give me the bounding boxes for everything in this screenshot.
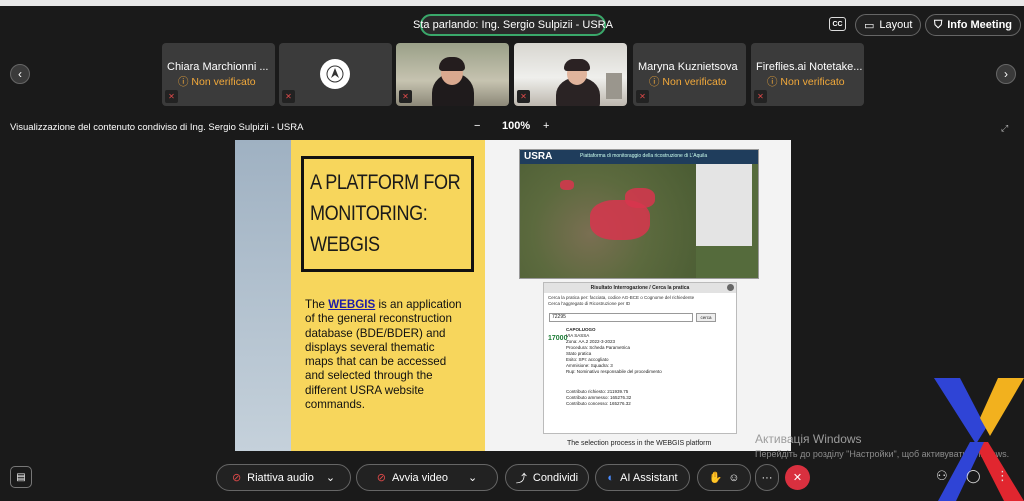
- layout-label: Layout: [879, 19, 913, 31]
- zoom-level: 100%: [502, 120, 531, 132]
- panel-subtitle: Cerca la pratica per: facciata, codice A…: [548, 295, 695, 306]
- participant-tile[interactable]: ✕: [279, 43, 392, 106]
- leave-meeting-button[interactable]: ✕: [785, 465, 810, 490]
- slide-title-line: MONITORING:: [310, 202, 428, 225]
- mic-off-icon: ⊘: [231, 472, 242, 484]
- panel-number: 17000: [548, 335, 568, 342]
- unmute-audio-button[interactable]: ⊘ Riattiva audio ⌄: [216, 464, 351, 491]
- info-meeting-button[interactable]: ⛉ Info Meeting: [925, 14, 1022, 36]
- shared-content-label: Visualizzazione del contenuto condiviso …: [10, 122, 304, 133]
- shield-icon: ⛉: [934, 18, 943, 31]
- chat-bubble-button[interactable]: ▤: [10, 466, 32, 488]
- question-icon: ⓘ: [649, 76, 660, 88]
- camera-off-icon: ⊘: [376, 472, 386, 484]
- more-icon: ···: [761, 471, 773, 484]
- reactions-button[interactable]: ✋ ☺: [697, 464, 751, 491]
- slide-title-box: A PLATFORM FOR MONITORING: WEBGIS: [301, 156, 474, 272]
- panel-details: CAPOLUOGO VIA SASSA Zona: AA.2 2022-3-20…: [566, 327, 662, 406]
- chevron-down-icon[interactable]: ⌄: [468, 471, 477, 484]
- more-options-button[interactable]: ···: [755, 464, 779, 491]
- map-red-zone: [560, 180, 574, 190]
- chevron-left-icon: ‹: [18, 67, 22, 81]
- speaker-text: Sta parlando: Ing. Sergio Sulpizii - USR…: [413, 19, 613, 31]
- unmute-audio-label: Riattiva audio: [247, 471, 314, 484]
- panel-search-input: 72295: [549, 313, 693, 322]
- shared-slide: A PLATFORM FOR MONITORING: WEBGIS The WE…: [235, 140, 791, 451]
- panel-search-button: cerca: [696, 313, 716, 322]
- chat-icon: ▤: [16, 471, 26, 483]
- share-screen-icon: ⤴: [515, 472, 527, 485]
- participant-name: Maryna Kuznietsova: [638, 61, 738, 73]
- captions-button[interactable]: CC: [829, 17, 846, 31]
- participants-icon[interactable]: ⚇: [936, 468, 948, 484]
- speaker-indicator: Sta parlando: Ing. Sergio Sulpizii - USR…: [413, 14, 613, 36]
- participant-name: Chiara Marchionni ...: [167, 61, 269, 73]
- participant-tile[interactable]: Fireflies.ai Notetake... ⓘ Non verificat…: [751, 43, 864, 106]
- expand-icon[interactable]: ⤢: [1001, 123, 1008, 134]
- participant-video-tile[interactable]: ✕: [514, 43, 627, 106]
- chevron-right-icon: ›: [1004, 67, 1008, 81]
- participant-status: ⓘ Non verificato: [178, 76, 256, 88]
- start-video-button[interactable]: ⊘ Avvia video ⌄: [356, 464, 498, 491]
- mic-off-icon: ✕: [517, 90, 530, 103]
- zoom-in-button[interactable]: +: [543, 120, 549, 132]
- question-icon: ⓘ: [767, 76, 778, 88]
- map-logo: USRA: [524, 151, 553, 162]
- webgis-link: WEBGIS: [328, 298, 376, 311]
- captions-icon: CC: [832, 20, 843, 28]
- top-strip: [0, 0, 1024, 6]
- participant-tile[interactable]: Chiara Marchionni ... ⓘ Non verificato ✕: [162, 43, 275, 106]
- mic-off-icon: ✕: [754, 90, 767, 103]
- layout-icon: ▭: [864, 19, 875, 32]
- share-label: Condividi: [532, 471, 579, 484]
- slide-description: The WEBGIS is an application of the gene…: [305, 298, 462, 412]
- ai-assistant-button[interactable]: ◐ AI Assistant: [595, 464, 690, 491]
- mic-off-icon: ✕: [636, 90, 649, 103]
- background-object: [606, 73, 622, 99]
- mic-off-icon: ✕: [165, 90, 178, 103]
- info-meeting-label: Info Meeting: [947, 19, 1013, 31]
- participant-video-tile[interactable]: ✕: [396, 43, 509, 106]
- slide-caption: The selection process in the WEBGIS plat…: [567, 440, 712, 447]
- share-button[interactable]: ⤴ Condividi: [505, 464, 589, 491]
- windows-activation-watermark: Активація Windows: [755, 432, 862, 446]
- question-icon: ⓘ: [178, 76, 189, 88]
- slide-background-left: [235, 140, 291, 451]
- next-participants-button[interactable]: ›: [996, 64, 1016, 84]
- participant-tile[interactable]: Maryna Kuznietsova ⓘ Non verificato ✕: [633, 43, 746, 106]
- participant-name: Fireflies.ai Notetake...: [756, 61, 863, 73]
- ai-assistant-icon: ◐: [607, 471, 615, 484]
- more-vertical-icon[interactable]: ⋮: [996, 468, 1009, 484]
- webgis-map-screenshot: USRA Piattaforma di monitoraggio della r…: [519, 149, 759, 279]
- close-icon: ✕: [792, 472, 803, 484]
- zoom-out-button[interactable]: −: [474, 120, 480, 132]
- layout-button[interactable]: ▭ Layout: [855, 14, 922, 36]
- participant-status: ⓘ Non verificato: [767, 76, 845, 88]
- raise-hand-icon: ✋: [708, 472, 723, 484]
- prev-participants-button[interactable]: ‹: [10, 64, 30, 84]
- slide-title-line: WEBGIS: [310, 233, 380, 256]
- chevron-down-icon[interactable]: ⌄: [326, 471, 335, 484]
- map-red-zone: [625, 188, 655, 208]
- chat-icon[interactable]: ◯: [966, 468, 981, 484]
- start-video-label: Avvia video: [391, 471, 449, 484]
- map-header: USRA Piattaforma di monitoraggio della r…: [520, 150, 758, 164]
- mic-off-icon: ✕: [399, 90, 412, 103]
- close-icon: [727, 284, 734, 291]
- mic-off-icon: ✕: [282, 90, 295, 103]
- participant-status: ⓘ Non verificato: [649, 76, 727, 88]
- search-result-panel: Risultato Interrogazione / Cerca la prat…: [543, 282, 737, 434]
- participant-hair: [439, 57, 465, 71]
- panel-title: Risultato Interrogazione / Cerca la prat…: [544, 283, 736, 293]
- map-legend-panel: [696, 164, 752, 246]
- avatar: [320, 59, 350, 89]
- emoji-icon: ☺: [728, 471, 740, 484]
- participant-hair: [564, 59, 590, 71]
- slide-title-line: A PLATFORM FOR: [310, 171, 461, 194]
- map-header-text: Piattaforma di monitoraggio della ricost…: [580, 153, 708, 159]
- ai-assistant-label: AI Assistant: [620, 471, 678, 484]
